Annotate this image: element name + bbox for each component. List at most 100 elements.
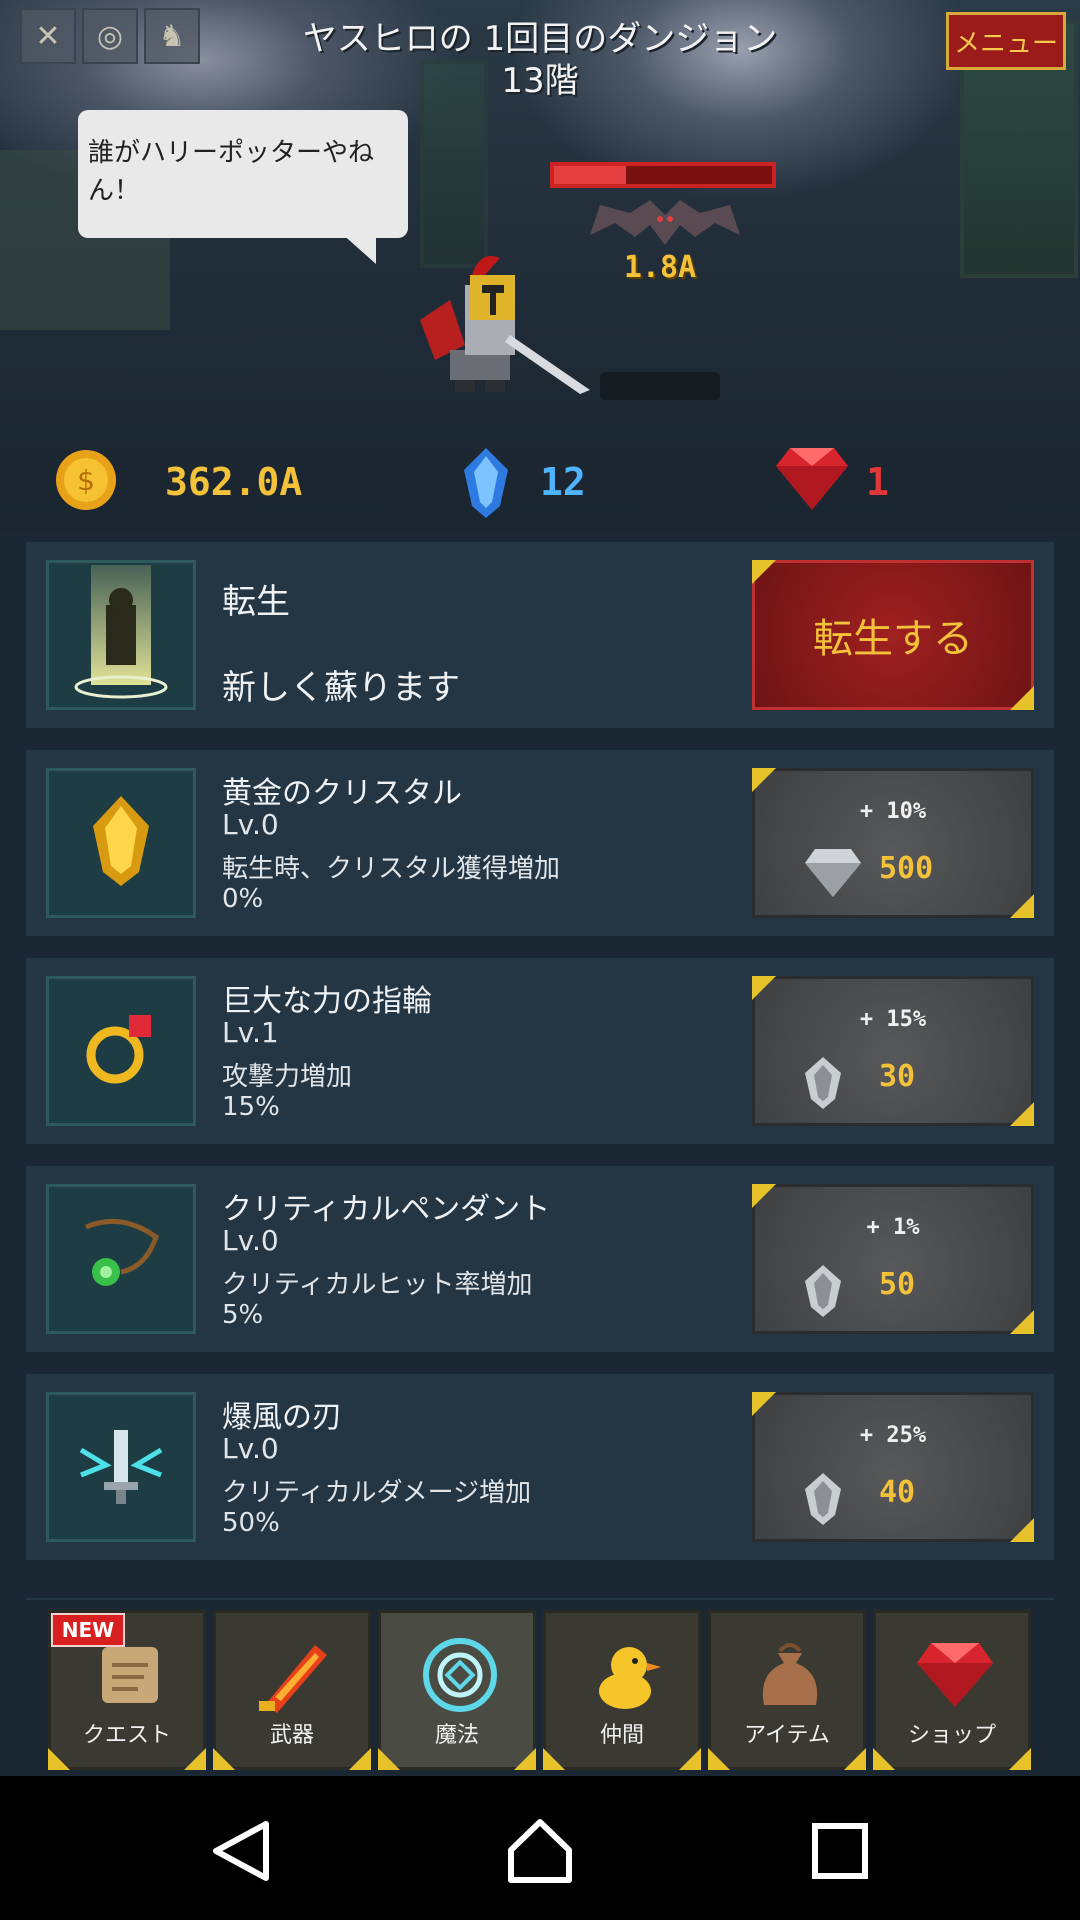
speech-bubble-tail — [340, 232, 376, 264]
currency-bar: $ 362.0A 12 1 — [0, 420, 1080, 530]
corner-accent — [752, 976, 776, 1000]
upgrade-value: 50% — [222, 1508, 280, 1538]
upgrade-buy-button[interactable]: + 1% 50 — [752, 1184, 1034, 1334]
upgrade-bonus: + 1% — [866, 1215, 920, 1240]
upgrade-buy-button[interactable]: + 25% 40 — [752, 1392, 1034, 1542]
enemy-value: 1.8A — [623, 250, 697, 285]
upgrade-buy-button[interactable]: + 15% 30 — [752, 976, 1034, 1126]
corner-accent — [752, 560, 776, 584]
crossed-swords-icon[interactable]: ✕ — [20, 8, 76, 64]
upgrade-name: 巨大な力の指輪 — [222, 984, 432, 1019]
corner-accent — [679, 1748, 701, 1770]
menu-button[interactable]: メニュー — [946, 12, 1066, 70]
corner-accent — [543, 1748, 565, 1770]
upgrade-description: 攻撃力増加 — [222, 1062, 353, 1092]
bat-enemy-icon[interactable] — [590, 195, 740, 255]
ground-shadow — [600, 372, 720, 400]
upgrade-level: Lv.0 — [222, 1432, 279, 1465]
crystal-icon — [805, 1473, 841, 1529]
upgrade-thumbnail — [46, 976, 196, 1126]
new-badge: NEW — [51, 1613, 125, 1647]
corner-accent — [752, 1392, 776, 1416]
flame-sword-icon — [255, 1635, 335, 1715]
rebirth-title: 転生 — [222, 582, 290, 622]
pendant-icon — [76, 1217, 166, 1301]
corner-accent — [1009, 1748, 1031, 1770]
corner-accent — [844, 1748, 866, 1770]
crystal-icon — [805, 1265, 841, 1321]
corner-accent — [48, 1748, 70, 1770]
tab-scroll[interactable]: NEW クエスト — [48, 1610, 206, 1770]
tab-magic-circle[interactable]: 魔法 — [378, 1610, 536, 1770]
upgrade-thumbnail — [46, 768, 196, 918]
crystal-amount: 12 — [540, 460, 586, 504]
corner-accent — [514, 1748, 536, 1770]
upgrade-description: クリティカルヒット率増加 — [222, 1270, 533, 1300]
ruby-icon — [915, 1635, 995, 1715]
tab-bag[interactable]: アイテム — [708, 1610, 866, 1770]
tab-label: ショップ — [907, 1723, 996, 1748]
upgrade-thumbnail — [46, 1392, 196, 1542]
upgrade-buy-button[interactable]: + 10% 500 — [752, 768, 1034, 918]
back-icon[interactable] — [206, 1816, 276, 1886]
upgrade-bonus: + 15% — [859, 1007, 927, 1032]
speech-text: 誰がハリーポッターやねん！ — [88, 138, 375, 206]
enemy-hp-fill — [554, 166, 626, 184]
upgrade-level: Lv.0 — [222, 1224, 279, 1257]
recents-icon[interactable] — [805, 1816, 875, 1886]
tab-ruby[interactable]: ショップ — [873, 1610, 1031, 1770]
rebirth-subtitle: 新しく蘇ります — [222, 668, 460, 708]
corner-accent — [184, 1748, 206, 1770]
upgrade-cost: 50 — [879, 1267, 916, 1302]
speech-bubble: 誰がハリーポッターやねん！ — [78, 110, 408, 238]
coin-stack-icon[interactable]: ◎ — [82, 8, 138, 64]
upgrade-bonus: + 10% — [859, 799, 927, 824]
upgrade-cost: 500 — [879, 851, 934, 886]
magic-circle-icon — [420, 1635, 500, 1715]
rebirth-row: 転生 新しく蘇ります 転生する — [26, 542, 1054, 728]
corner-accent — [708, 1748, 730, 1770]
gold-coin-icon: $ — [56, 450, 116, 510]
rebirth-button[interactable]: 転生する — [752, 560, 1034, 710]
upgrade-name: 爆風の刃 — [222, 1400, 342, 1435]
scroll-icon — [90, 1635, 170, 1715]
upgrade-level: Lv.0 — [222, 808, 279, 841]
rebirth-icon — [74, 565, 168, 699]
corner-accent — [752, 1184, 776, 1208]
tab-flame-sword[interactable]: 武器 — [213, 1610, 371, 1770]
svg-text:$: $ — [77, 464, 95, 497]
gold-crystal-icon — [91, 796, 151, 890]
upgrade-row: 巨大な力の指輪 Lv.1 攻撃力増加 15% + 15% 30 — [26, 958, 1054, 1144]
ruby-amount: 1 — [866, 460, 889, 504]
upgrade-value: 15% — [222, 1092, 280, 1122]
dungeon-name: ヤスヒロの 1回目のダンジョン — [302, 19, 778, 59]
upgrade-row: 黄金のクリスタル Lv.0 転生時、クリスタル獲得増加 0% + 10% 500 — [26, 750, 1054, 936]
upgrade-description: クリティカルダメージ増加 — [222, 1478, 532, 1508]
corner-accent — [1010, 894, 1034, 918]
boot-icon[interactable]: ♞ — [144, 8, 200, 64]
knight-hero-icon[interactable] — [410, 250, 600, 395]
corner-accent — [1010, 1102, 1034, 1126]
diamond-icon — [805, 849, 861, 901]
corner-accent — [349, 1748, 371, 1770]
rebirth-button-label: 転生する — [813, 616, 973, 662]
corner-accent — [1010, 1518, 1034, 1542]
upgrade-description: 転生時、クリスタル獲得増加 — [222, 854, 561, 884]
rebirth-thumbnail — [46, 560, 196, 710]
chick-icon — [585, 1635, 665, 1715]
home-icon[interactable] — [505, 1816, 575, 1886]
system-nav-bar — [0, 1776, 1080, 1920]
corner-accent — [873, 1748, 895, 1770]
dungeon-title: ヤスヒロの 1回目のダンジョン 13階 — [200, 18, 880, 102]
magic-upgrade-list[interactable]: 転生 新しく蘇ります 転生する 黄金のクリスタル Lv.0 転生時、クリスタル獲… — [0, 530, 1080, 1775]
upgrade-name: 黄金のクリスタル — [222, 776, 462, 811]
ruby-icon — [776, 448, 848, 510]
upgrade-value: 5% — [222, 1300, 264, 1330]
enemy-hp-bar — [550, 162, 776, 188]
gold-amount: 362.0A — [165, 460, 303, 504]
upgrade-name: クリティカルペンダント — [222, 1192, 551, 1227]
wind-blade-icon — [76, 1420, 166, 1514]
upgrade-value: 0% — [222, 884, 264, 914]
upgrade-thumbnail — [46, 1184, 196, 1334]
tab-chick[interactable]: 仲間 — [543, 1610, 701, 1770]
